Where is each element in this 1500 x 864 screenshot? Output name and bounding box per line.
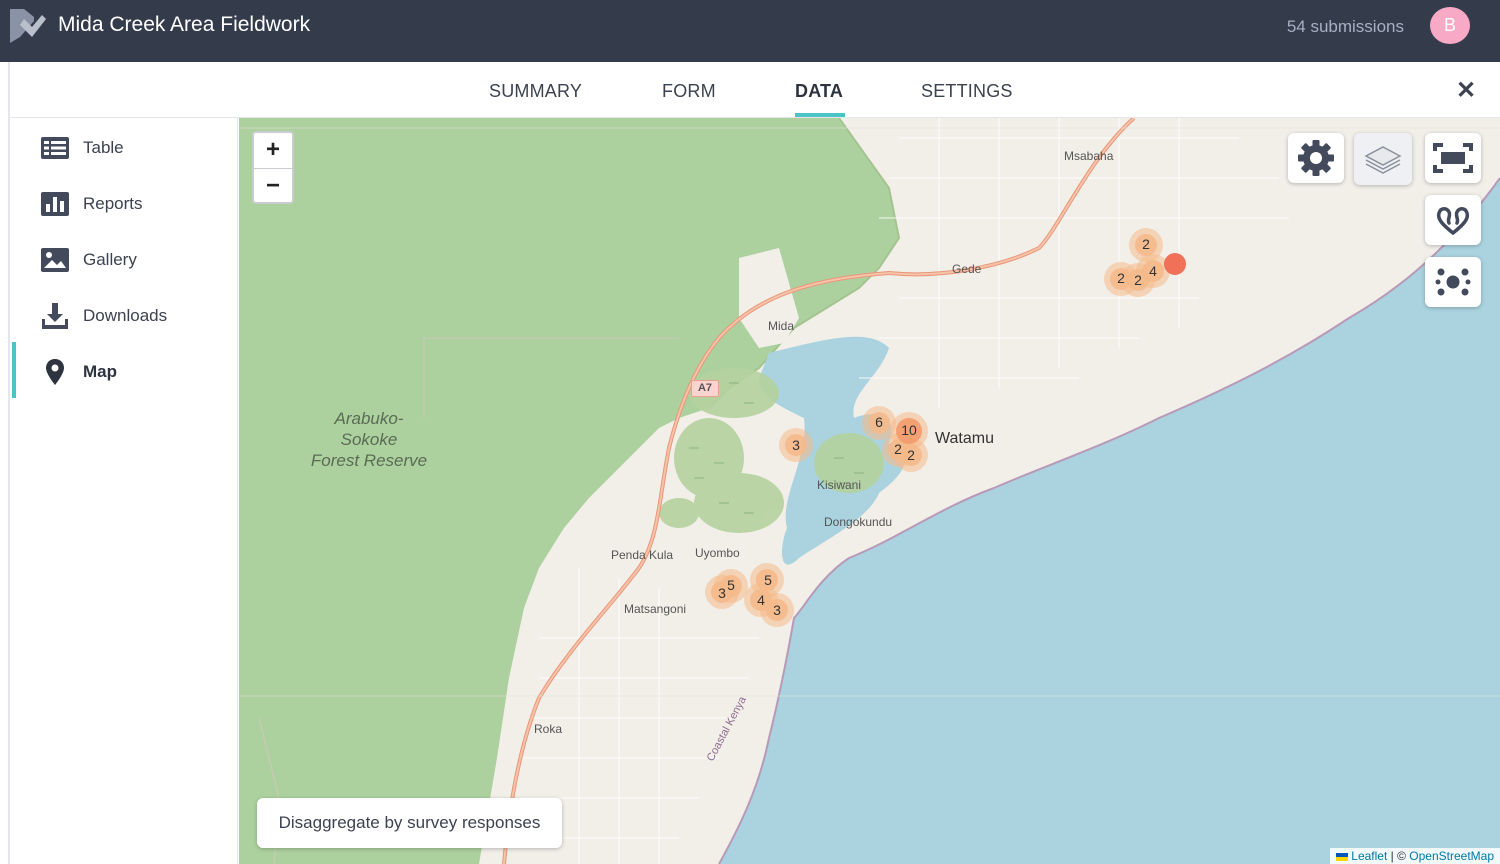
heatmap-button[interactable] bbox=[1425, 195, 1481, 245]
download-icon bbox=[42, 303, 68, 329]
map-attribution: Leaflet | © OpenStreetMap bbox=[1330, 848, 1500, 864]
cluster-marker[interactable]: 5 bbox=[756, 572, 780, 588]
zoom-out-button[interactable]: − bbox=[254, 169, 292, 203]
map-settings-button[interactable] bbox=[1288, 133, 1344, 183]
zoom-control: + − bbox=[252, 131, 294, 204]
sidebar-item-label: Reports bbox=[83, 194, 143, 213]
fullscreen-button[interactable] bbox=[1425, 133, 1481, 183]
heatmap-icon bbox=[1436, 207, 1470, 235]
cluster-marker[interactable]: 6 bbox=[867, 414, 891, 430]
cluster-layer bbox=[705, 228, 1186, 627]
tab-bar: SUMMARY FORM DATA SETTINGS bbox=[10, 62, 1500, 118]
map-pin-icon bbox=[46, 359, 64, 385]
bar-chart-icon bbox=[41, 192, 69, 216]
project-title: Mida Creek Area Fieldwork bbox=[58, 13, 311, 36]
sidebar-item-label: Gallery bbox=[83, 250, 137, 269]
sidebar-item-label: Table bbox=[83, 138, 124, 157]
cluster-marker[interactable]: 4 bbox=[1141, 263, 1165, 279]
cluster-marker[interactable]: 3 bbox=[784, 437, 808, 453]
sidebar-item-table[interactable]: Table bbox=[10, 119, 238, 175]
sidebar-item-label: Map bbox=[83, 362, 117, 381]
cluster-marker[interactable]: 2 bbox=[899, 447, 923, 463]
sidebar-item-map[interactable]: Map bbox=[10, 343, 238, 399]
sidebar-item-reports[interactable]: Reports bbox=[10, 175, 238, 231]
tab-settings[interactable]: SETTINGS bbox=[921, 81, 1013, 102]
active-tab-indicator bbox=[795, 113, 845, 117]
submission-count: 54 submissions bbox=[1286, 17, 1404, 36]
layers-button[interactable] bbox=[1354, 133, 1412, 185]
tab-form[interactable]: FORM bbox=[662, 81, 716, 102]
avatar[interactable]: B bbox=[1430, 7, 1470, 44]
table-icon bbox=[41, 137, 69, 159]
fullscreen-icon bbox=[1433, 143, 1473, 173]
cluster-toggle-button[interactable] bbox=[1425, 257, 1481, 307]
layers-icon bbox=[1364, 146, 1402, 174]
active-sidebar-indicator bbox=[12, 342, 16, 398]
tab-summary[interactable]: SUMMARY bbox=[489, 81, 582, 102]
cluster-marker[interactable]: 2 bbox=[1134, 236, 1158, 252]
sidebar: Table Reports Gallery Downloads Map bbox=[10, 118, 238, 864]
top-header: Mida Creek Area Fieldwork 54 submissions… bbox=[0, 0, 1500, 62]
ukraine-flag-icon bbox=[1336, 853, 1349, 861]
disaggregate-button[interactable]: Disaggregate by survey responses bbox=[257, 798, 562, 848]
close-icon[interactable]: ✕ bbox=[1453, 78, 1479, 104]
gear-icon bbox=[1298, 140, 1334, 176]
leaflet-link[interactable]: Leaflet bbox=[1351, 849, 1387, 863]
sidebar-item-downloads[interactable]: Downloads bbox=[10, 287, 238, 343]
cluster-marker[interactable]: 3 bbox=[765, 602, 789, 618]
cluster-marker[interactable]: 3 bbox=[710, 585, 734, 601]
sidebar-item-label: Downloads bbox=[83, 306, 168, 325]
sidebar-item-gallery[interactable]: Gallery bbox=[10, 231, 238, 287]
osm-link[interactable]: OpenStreetMap bbox=[1409, 849, 1494, 863]
cluster-icon bbox=[1435, 268, 1471, 296]
app-logo-icon[interactable] bbox=[6, 5, 48, 47]
attribution-separator: | © bbox=[1387, 849, 1410, 863]
image-icon bbox=[41, 248, 69, 272]
single-point-marker bbox=[1164, 253, 1186, 275]
zoom-in-button[interactable]: + bbox=[254, 133, 292, 167]
cluster-marker[interactable]: 10 bbox=[897, 422, 921, 438]
map-view[interactable]: Arabuko- Sokoke Forest Reserve Msabaha Ged… bbox=[239, 118, 1500, 864]
tab-data[interactable]: DATA bbox=[795, 81, 843, 102]
